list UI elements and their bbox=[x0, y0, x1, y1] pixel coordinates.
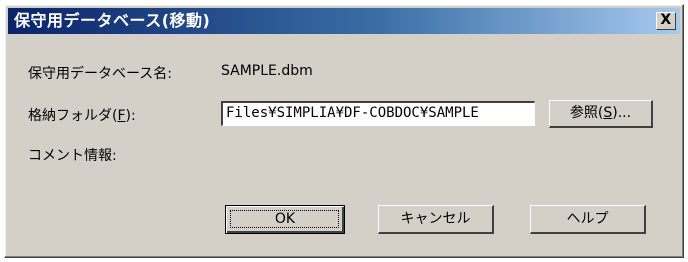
close-button[interactable]: X bbox=[656, 12, 676, 30]
folder-label-key: F bbox=[117, 108, 126, 124]
browse-label-key: S bbox=[603, 105, 613, 121]
browse-label-prefix: 参照( bbox=[569, 105, 604, 121]
ok-button[interactable]: OK bbox=[225, 205, 345, 234]
folder-label-suffix: ): bbox=[125, 108, 136, 124]
folder-label-prefix: 格納フォルダ( bbox=[28, 108, 118, 124]
db-name-label: 保守用データベース名: bbox=[28, 66, 173, 82]
title-bar[interactable]: 保守用データベース(移動) X bbox=[8, 8, 680, 34]
help-button-label: ヘルプ bbox=[566, 211, 609, 227]
ok-button-label: OK bbox=[274, 211, 296, 227]
cancel-button-label: キャンセル bbox=[400, 211, 471, 227]
folder-input[interactable]: Files¥SIMPLIA¥DF-COBDOC¥SAMPLE bbox=[221, 101, 535, 126]
browse-button[interactable]: 参照(S)... bbox=[549, 100, 653, 128]
browse-label-suffix: )... bbox=[612, 105, 632, 121]
cancel-button[interactable]: キャンセル bbox=[378, 205, 494, 234]
browse-button-label: 参照(S)... bbox=[570, 105, 631, 121]
close-icon: X bbox=[660, 12, 672, 28]
folder-label: 格納フォルダ(F): bbox=[28, 105, 136, 125]
dialog-title: 保守用データベース(移動) bbox=[14, 11, 211, 30]
help-button[interactable]: ヘルプ bbox=[530, 205, 646, 234]
db-name-value: SAMPLE.dbm bbox=[221, 63, 313, 79]
comment-label: コメント情報: bbox=[28, 148, 117, 164]
